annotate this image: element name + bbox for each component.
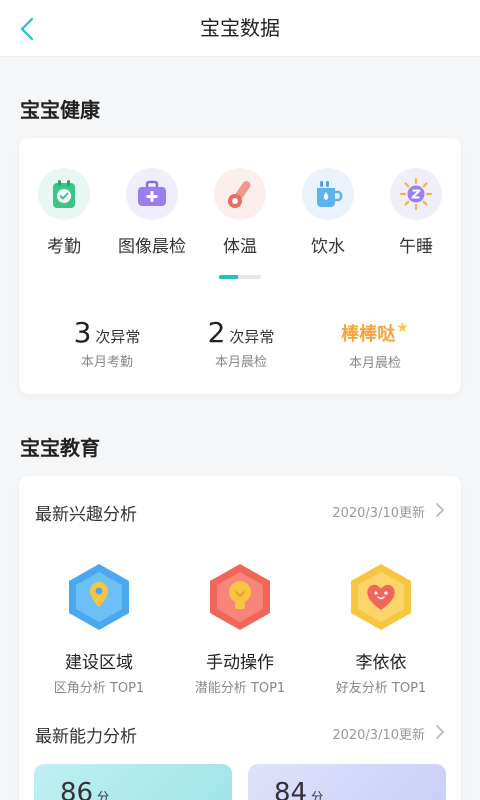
- score-value: 84: [274, 778, 308, 800]
- feature-water[interactable]: 饮水: [283, 168, 373, 257]
- thermometer-icon: [214, 168, 266, 220]
- score-unit: 分: [97, 790, 110, 800]
- interest-item-friend[interactable]: 李依依 好友分析 TOP1: [311, 562, 451, 696]
- ability-title: 最新能力分析: [35, 727, 137, 747]
- page-indicator: [219, 275, 261, 279]
- feature-label: 体温: [223, 237, 257, 257]
- chevron-right-icon: [436, 503, 444, 517]
- education-card: 最新兴趣分析 2020/3/10更新 建设区域 区角分析 TOP1 手动操作 潜…: [19, 476, 461, 800]
- ability-header[interactable]: 最新能力分析 2020/3/10更新: [35, 722, 445, 747]
- ability-updated: 2020/3/10更新: [332, 728, 425, 743]
- stat-value: 2: [207, 316, 226, 349]
- attendance-icon: [38, 168, 90, 220]
- interest-tag: 潜能分析 TOP1: [194, 681, 286, 696]
- feature-image-check[interactable]: 图像晨检: [107, 168, 197, 257]
- location-pin-icon: [69, 564, 129, 630]
- interest-tag: 好友分析 TOP1: [335, 681, 427, 696]
- feature-label: 考勤: [47, 237, 81, 257]
- interest-name: 手动操作: [206, 653, 274, 673]
- page-title: 宝宝数据: [200, 16, 280, 40]
- praise-text: 棒棒哒: [341, 324, 396, 345]
- lightbulb-icon: [210, 564, 270, 630]
- page-indicator-fill: [219, 275, 238, 279]
- interest-item-building[interactable]: 建设区域 区角分析 TOP1: [29, 562, 169, 696]
- stat-caption: 本月晨检: [348, 356, 401, 371]
- nap-icon: [390, 168, 442, 220]
- stat-value: 3: [73, 316, 92, 349]
- health-section-title: 宝宝健康: [20, 98, 100, 122]
- score-card[interactable]: 86 分: [34, 764, 232, 800]
- feature-temperature[interactable]: 体温: [195, 168, 285, 257]
- star-icon: ★: [396, 320, 409, 336]
- interest-tag: 区角分析 TOP1: [53, 681, 145, 696]
- interest-name: 李依依: [355, 653, 407, 673]
- feature-attendance[interactable]: 考勤: [19, 168, 109, 257]
- stat-unit: 次异常: [229, 328, 275, 346]
- feature-label: 午睡: [399, 237, 433, 257]
- interest-name: 建设区域: [65, 653, 133, 673]
- score-unit: 分: [311, 790, 324, 800]
- stat-caption: 本月考勤: [80, 355, 133, 370]
- stat-morning-check: 2 次异常 本月晨检: [171, 316, 311, 370]
- stat-unit: 次异常: [95, 328, 141, 346]
- water-cup-icon: [302, 168, 354, 220]
- medical-kit-icon: [126, 168, 178, 220]
- heart-icon: [351, 564, 411, 630]
- top-bar: 宝宝数据: [0, 0, 480, 57]
- interest-updated: 2020/3/10更新: [332, 506, 425, 521]
- feature-label: 饮水: [311, 237, 345, 257]
- education-section-title: 宝宝教育: [20, 436, 100, 460]
- interest-header[interactable]: 最新兴趣分析 2020/3/10更新: [35, 500, 445, 525]
- stat-caption: 本月晨检: [214, 355, 267, 370]
- chevron-right-icon: [436, 725, 444, 739]
- feature-nap[interactable]: 午睡: [371, 168, 461, 257]
- interest-item-manual[interactable]: 手动操作 潜能分析 TOP1: [170, 562, 310, 696]
- health-card: 考勤 图像晨检 体温 饮水 午睡 3 次异常 本月考勤 2 次异常 本月晨检 棒…: [19, 138, 461, 394]
- stat-attendance: 3 次异常 本月考勤: [37, 316, 177, 370]
- stat-praise: 棒棒哒★ 本月晨检: [305, 320, 445, 371]
- score-value: 86: [60, 778, 94, 800]
- feature-label: 图像晨检: [118, 237, 186, 257]
- score-card[interactable]: 84 分: [248, 764, 446, 800]
- interest-title: 最新兴趣分析: [35, 505, 137, 525]
